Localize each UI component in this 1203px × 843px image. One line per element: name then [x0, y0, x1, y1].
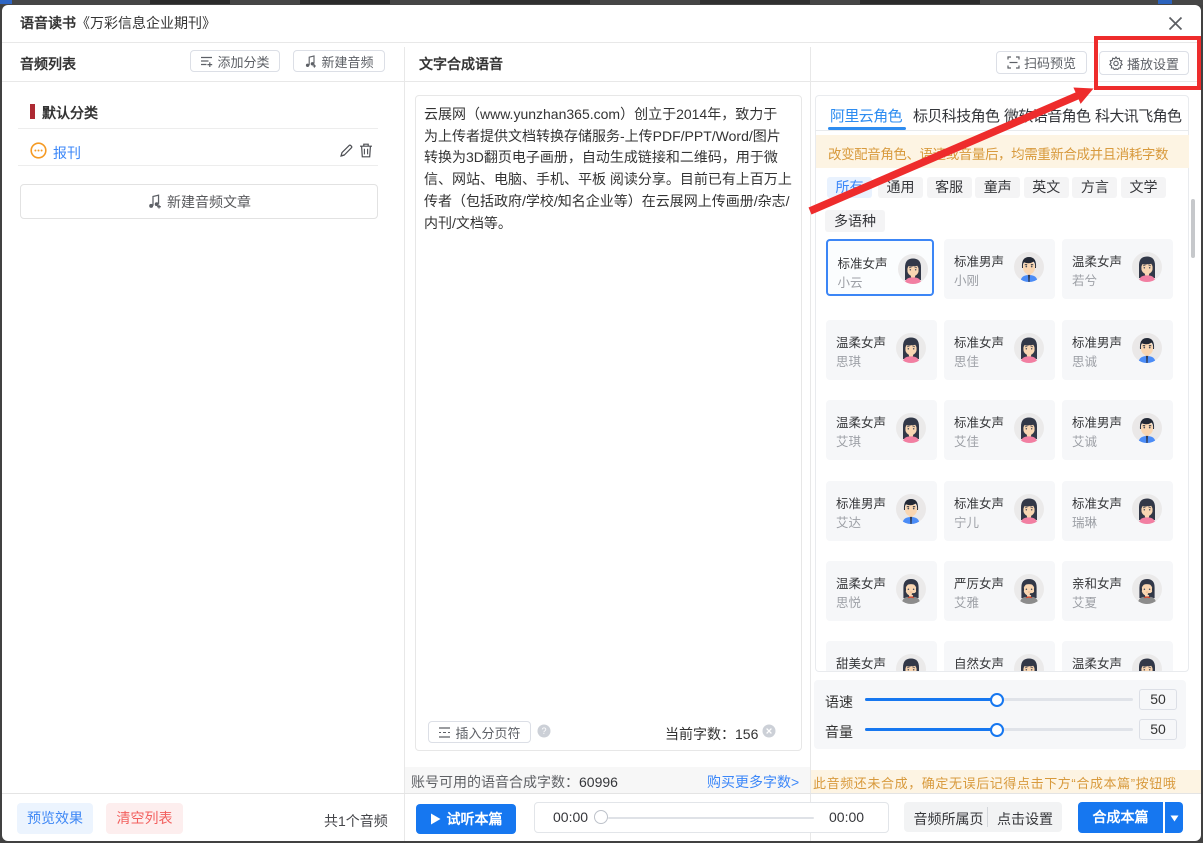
svg-text:?: ? — [541, 726, 546, 736]
